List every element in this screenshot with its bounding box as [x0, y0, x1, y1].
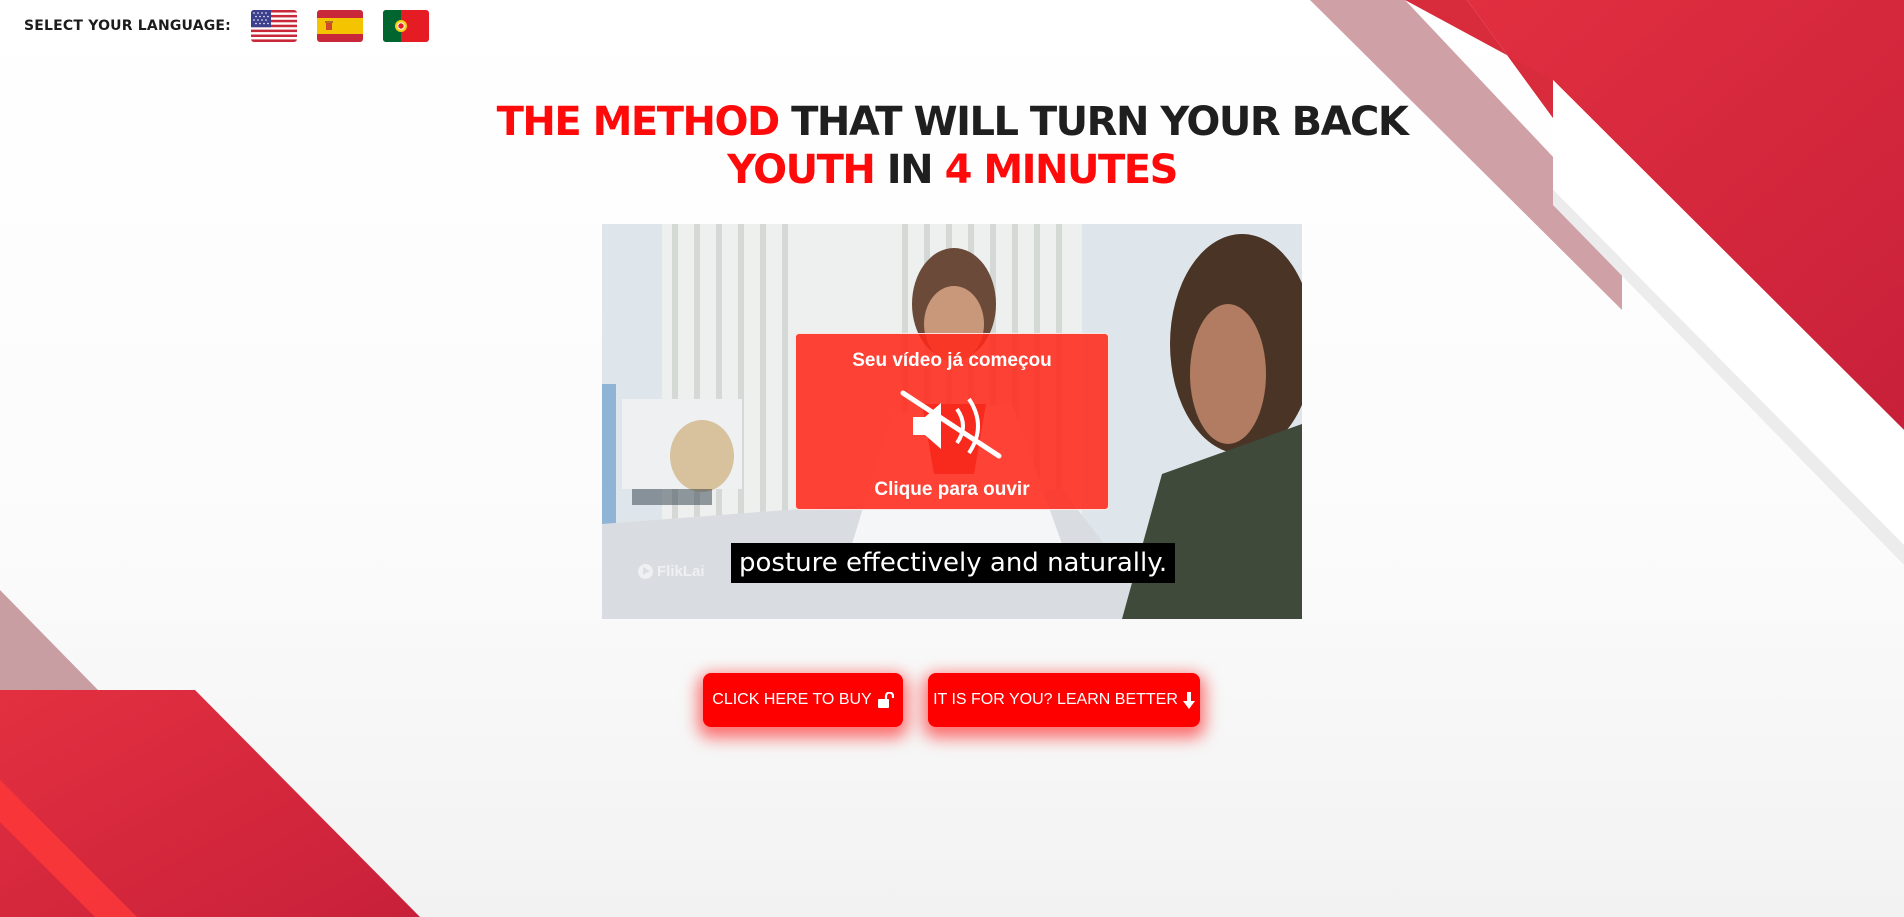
- overlay-title: Seu vídeo já começou: [852, 350, 1052, 371]
- overlay-subtitle: Clique para ouvir: [874, 479, 1030, 500]
- portugal-flag-icon[interactable]: [382, 10, 429, 42]
- us-flag-icon[interactable]: [250, 10, 297, 42]
- headline-highlight: 4 MINUTES: [944, 147, 1179, 193]
- watermark-text: FlikLai: [657, 563, 705, 580]
- headline-text: THAT WILL TURN YOUR BACK: [791, 99, 1409, 145]
- spain-flag-icon[interactable]: [316, 10, 363, 42]
- arrow-down-icon: [1182, 691, 1195, 709]
- language-label: SELECT YOUR LANGUAGE:: [24, 18, 231, 34]
- play-icon: [638, 564, 653, 579]
- learn-more-button[interactable]: IT IS FOR YOU? LEARN BETTER: [928, 673, 1200, 727]
- buy-button-label: CLICK HERE TO BUY: [712, 691, 872, 708]
- headline: THE METHOD THAT WILL TURN YOUR BACK YOUT…: [0, 98, 1904, 194]
- buy-button[interactable]: CLICK HERE TO BUY: [703, 673, 903, 727]
- headline-text: IN: [886, 147, 934, 193]
- language-selector: SELECT YOUR LANGUAGE:: [24, 10, 449, 42]
- video-caption: posture effectively and naturally.: [731, 543, 1176, 583]
- muted-speaker-icon: [900, 390, 1002, 459]
- video-player[interactable]: FlikLai posture effectively and naturall…: [602, 224, 1302, 619]
- learn-button-label: IT IS FOR YOU? LEARN BETTER: [933, 691, 1178, 708]
- unmute-overlay[interactable]: Seu vídeo já começou Clique para ouvir: [795, 333, 1109, 510]
- unlock-icon: [877, 692, 894, 708]
- headline-highlight: YOUTH: [727, 147, 876, 193]
- video-watermark: FlikLai: [638, 563, 705, 580]
- headline-highlight: THE METHOD: [496, 99, 781, 145]
